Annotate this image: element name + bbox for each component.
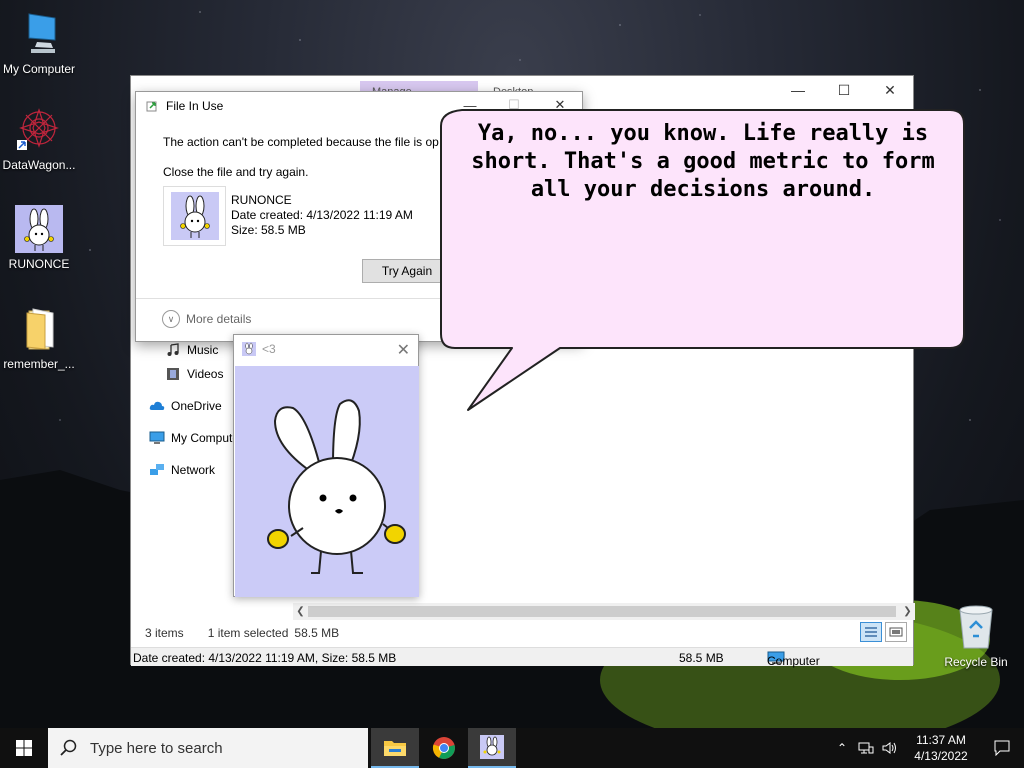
monitor-icon	[28, 13, 56, 53]
selection-count: 1 item selected	[207, 626, 289, 640]
maximize-icon: ☐	[508, 97, 520, 112]
dialog-minimize-button[interactable]: —	[448, 92, 492, 118]
dialog-message: The action can't be completed because th…	[163, 135, 439, 149]
viewer-title: <3	[262, 342, 276, 356]
chevron-up-icon: ⌃	[836, 741, 848, 755]
sidebar-item-label: OneDrive	[171, 399, 222, 413]
bunny-icon	[242, 342, 256, 356]
bunny-icon	[15, 205, 63, 253]
viewer-title-bar[interactable]: <3	[242, 342, 276, 356]
notification-icon	[994, 740, 1010, 756]
large-icons-view-icon	[889, 627, 903, 637]
desktop-icon-remember-folder[interactable]: remember_...	[0, 305, 78, 371]
bunny-drawing	[267, 399, 406, 574]
viewer-close-button[interactable]: ✕	[397, 340, 410, 360]
recycle-bin-icon	[959, 605, 993, 649]
desktop-icon-my-computer[interactable]: My Computer	[0, 10, 78, 76]
file-thumbnail	[163, 186, 226, 246]
show-hidden-icons-button[interactable]: ⌃	[830, 728, 854, 768]
details-location: Computer	[767, 651, 820, 668]
horizontal-scrollbar[interactable]: ❮ ❯	[293, 603, 915, 620]
details-bar: Date created: 4/13/2022 11:19 AM, Size: …	[131, 647, 913, 668]
scroll-right-icon[interactable]: ❯	[900, 603, 915, 620]
monitor-icon	[149, 430, 165, 446]
details-view-button[interactable]	[860, 622, 882, 642]
dialog-title-bar[interactable]: File In Use	[146, 99, 223, 113]
file-created: Date created: 4/13/2022 11:19 AM	[231, 208, 413, 222]
details-info: Date created: 4/13/2022 11:19 AM, Size: …	[133, 651, 397, 665]
close-icon: ✕	[884, 81, 896, 98]
speaker-icon	[882, 742, 896, 754]
search-placeholder: Type here to search	[90, 739, 223, 757]
film-icon	[165, 366, 181, 382]
network-icon	[149, 462, 165, 478]
minimize-icon: —	[463, 97, 477, 113]
close-button[interactable]: ✕	[867, 76, 913, 104]
file-name: RUNONCE	[231, 193, 292, 207]
desktop-icon-datawagon[interactable]: DataWagon...	[0, 106, 78, 172]
clock-date: 4/13/2022	[914, 749, 968, 763]
folder-icon	[26, 308, 54, 350]
dialog-divider	[136, 298, 582, 299]
file-copy-icon	[146, 101, 157, 112]
dialog-title: File In Use	[166, 99, 224, 113]
action-center-button[interactable]	[980, 728, 1024, 768]
selection-size: 58.5 MB	[294, 626, 340, 640]
clock-time: 11:37 AM	[916, 733, 966, 747]
details-location-label: Computer	[767, 654, 820, 668]
folder-icon	[384, 741, 406, 756]
start-button[interactable]	[0, 728, 48, 768]
music-note-icon	[165, 342, 181, 358]
network-icon	[858, 742, 874, 754]
details-view-icon	[865, 627, 877, 637]
taskbar-search-input[interactable]: Type here to search	[48, 728, 368, 768]
volume-tray-button[interactable]	[878, 728, 902, 768]
chrome-icon	[432, 737, 455, 759]
sidebar-item-label: Videos	[187, 367, 224, 381]
image-viewer-window: <3 ✕	[233, 334, 419, 597]
minimize-icon: —	[791, 82, 805, 98]
scroll-left-icon[interactable]: ❮	[293, 603, 308, 620]
bunny-icon	[170, 192, 219, 240]
dialog-maximize-button[interactable]: ☐	[492, 92, 536, 118]
desktop-icon-runonce[interactable]: RUNONCE	[0, 205, 78, 271]
taskbar-clock[interactable]: 11:37 AM 4/13/2022	[902, 732, 980, 764]
recycle-bin-label: Recycle Bin	[944, 655, 1008, 669]
sidebar-item-label: Music	[187, 343, 219, 357]
taskbar-file-explorer[interactable]	[371, 728, 419, 768]
taskbar-chrome[interactable]	[420, 728, 468, 768]
file-size: Size: 58.5 MB	[231, 223, 306, 237]
status-bar: 3 items 1 item selected 58.5 MB	[145, 624, 339, 642]
taskbar: Type here to search ⌃ 11:37 AM 4/13/2022	[0, 728, 1024, 768]
maximize-icon: ☐	[837, 81, 851, 98]
search-icon	[60, 739, 77, 756]
speech-bubble-text: Ya, no... you know. Life really is short…	[471, 121, 935, 202]
close-icon: ✕	[554, 97, 566, 112]
sidebar-item-label: Network	[171, 463, 216, 477]
more-details-label: More details	[186, 312, 252, 326]
file-info: RUNONCE Date created: 4/13/2022 11:19 AM…	[231, 193, 413, 238]
more-details-toggle[interactable]: ∨ More details	[162, 310, 251, 328]
bunny-image	[235, 366, 419, 597]
desktop-icon-recycle-bin[interactable]: Recycle Bin	[940, 604, 1012, 669]
system-tray: ⌃ 11:37 AM 4/13/2022	[830, 728, 1024, 768]
bunny-icon	[480, 735, 504, 759]
details-size: 58.5 MB	[679, 651, 724, 665]
minimize-button[interactable]: —	[775, 76, 821, 104]
close-icon: ✕	[396, 342, 410, 359]
taskbar-runonce[interactable]	[468, 728, 516, 768]
large-icons-view-button[interactable]	[885, 622, 907, 642]
dialog-instruction: Close the file and try again.	[163, 165, 309, 179]
maximize-button[interactable]: ☐	[821, 76, 867, 104]
dialog-close-button[interactable]: ✕	[538, 92, 582, 118]
cloud-icon	[149, 398, 165, 414]
chevron-down-icon: ∨	[162, 310, 180, 328]
scrollbar-thumb[interactable]	[308, 606, 896, 617]
windows-logo-icon	[16, 740, 32, 756]
network-tray-button[interactable]	[854, 728, 878, 768]
try-again-button[interactable]: Try Again	[362, 259, 452, 283]
mandala-shortcut-icon	[17, 108, 59, 150]
item-count: 3 items	[145, 626, 184, 640]
